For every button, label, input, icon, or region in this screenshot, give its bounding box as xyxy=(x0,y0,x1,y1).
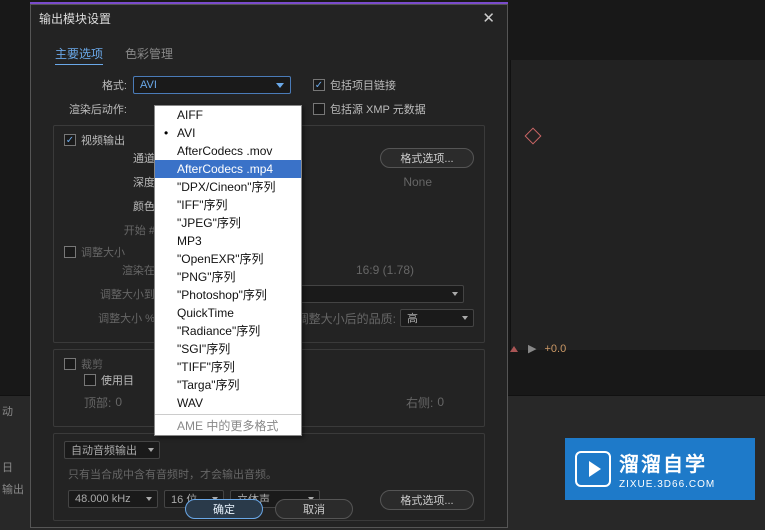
aspect-value: 16:9 (1.78) xyxy=(356,263,414,277)
format-option[interactable]: "Photoshop"序列 xyxy=(155,286,301,304)
format-value: AVI xyxy=(140,79,157,91)
format-option[interactable]: AVI xyxy=(155,124,301,142)
composition-panel xyxy=(510,60,765,350)
quality-label: 调整大小后的品质: xyxy=(297,310,396,327)
chevron-down-icon xyxy=(462,316,468,320)
depth-value: None xyxy=(403,175,432,189)
format-option[interactable]: "TIFF"序列 xyxy=(155,358,301,376)
ok-button[interactable]: 确定 xyxy=(185,499,263,519)
format-option[interactable]: "Radiance"序列 xyxy=(155,322,301,340)
label-channel: 通道: xyxy=(84,150,164,166)
format-option[interactable]: "PNG"序列 xyxy=(155,268,301,286)
format-option[interactable]: MP3 xyxy=(155,232,301,250)
checkbox-icon xyxy=(313,103,325,115)
brand-url: ZIXUE.3D66.COM xyxy=(619,479,715,490)
format-option[interactable]: AfterCodecs .mp4 xyxy=(155,160,301,178)
label-post-render: 渲染后动作: xyxy=(53,101,133,117)
left-tab: 动 xyxy=(2,406,13,418)
label-top: 顶部: xyxy=(84,394,111,411)
format-option[interactable]: "OpenEXR"序列 xyxy=(155,250,301,268)
left-label-1: 日 xyxy=(2,459,33,475)
left-label-2: 输出 xyxy=(2,481,33,497)
right-value: 0 xyxy=(437,395,444,409)
label-format: 格式: xyxy=(53,77,133,93)
dialog-title: 输出模块设置 xyxy=(39,10,478,27)
checkbox-icon xyxy=(313,79,325,91)
label-start: 开始 #: xyxy=(84,222,164,238)
chevron-down-icon xyxy=(452,292,458,296)
quality-select[interactable]: 高 xyxy=(400,309,474,327)
checkbox-icon xyxy=(64,246,76,258)
tab-bar: 主要选项 色彩管理 xyxy=(31,31,507,75)
brand-logo: 溜溜自学 ZIXUE.3D66.COM xyxy=(565,438,755,500)
close-button[interactable]: ✕ xyxy=(478,9,499,27)
format-option[interactable]: "DPX/Cineon"序列 xyxy=(155,178,301,196)
format-option[interactable]: "SGI"序列 xyxy=(155,340,301,358)
label-color: 颜色: xyxy=(84,198,164,214)
tab-main[interactable]: 主要选项 xyxy=(55,45,103,65)
play-icon: ▶ xyxy=(528,342,536,355)
anchor-marker xyxy=(527,130,537,140)
format-option[interactable]: AfterCodecs .mov xyxy=(155,142,301,160)
audio-note: 只有当合成中含有音频时，才会输出音频。 xyxy=(64,464,474,486)
chevron-down-icon xyxy=(148,448,154,452)
audio-mode-select[interactable]: 自动音频输出 xyxy=(64,441,160,459)
check-include-link[interactable]: 包括项目链接 xyxy=(313,77,396,93)
brand-title: 溜溜自学 xyxy=(619,448,715,477)
titlebar: 输出模块设置 ✕ xyxy=(31,5,507,31)
format-options-button[interactable]: 格式选项... xyxy=(380,148,474,168)
label-resize-to: 调整大小到: xyxy=(84,286,164,302)
format-option[interactable]: AIFF xyxy=(155,106,301,124)
label-right: 右侧: xyxy=(406,394,433,411)
label-depth: 深度: xyxy=(84,174,164,190)
format-option[interactable]: QuickTime xyxy=(155,304,301,322)
playback-controls: ▶ +0.0 xyxy=(510,342,566,355)
marker-icon xyxy=(510,346,518,352)
format-dropdown[interactable]: AIFF AVI AfterCodecs .mov AfterCodecs .m… xyxy=(154,105,302,436)
format-option[interactable]: "IFF"序列 xyxy=(155,196,301,214)
play-logo-icon xyxy=(575,451,611,487)
time-offset: +0.0 xyxy=(544,343,566,355)
tab-color[interactable]: 色彩管理 xyxy=(125,45,173,65)
format-option[interactable]: "Targa"序列 xyxy=(155,376,301,394)
check-include-xmp[interactable]: 包括源 XMP 元数据 xyxy=(313,101,426,117)
format-option[interactable]: WAV xyxy=(155,394,301,412)
format-more[interactable]: AME 中的更多格式 xyxy=(155,417,301,435)
separator xyxy=(155,414,301,415)
label-resize-percent: 调整大小 %: xyxy=(84,310,164,326)
cancel-button[interactable]: 取消 xyxy=(275,499,353,519)
checkbox-icon xyxy=(64,134,76,146)
checkbox-icon xyxy=(84,374,96,386)
format-option[interactable]: "JPEG"序列 xyxy=(155,214,301,232)
label-render-in: 渲染在: xyxy=(84,262,164,278)
format-select[interactable]: AVI xyxy=(133,76,291,94)
dialog-button-bar: 确定 取消 xyxy=(31,499,507,519)
top-value: 0 xyxy=(115,395,122,409)
chevron-down-icon xyxy=(276,83,284,88)
checkbox-icon xyxy=(64,358,76,370)
